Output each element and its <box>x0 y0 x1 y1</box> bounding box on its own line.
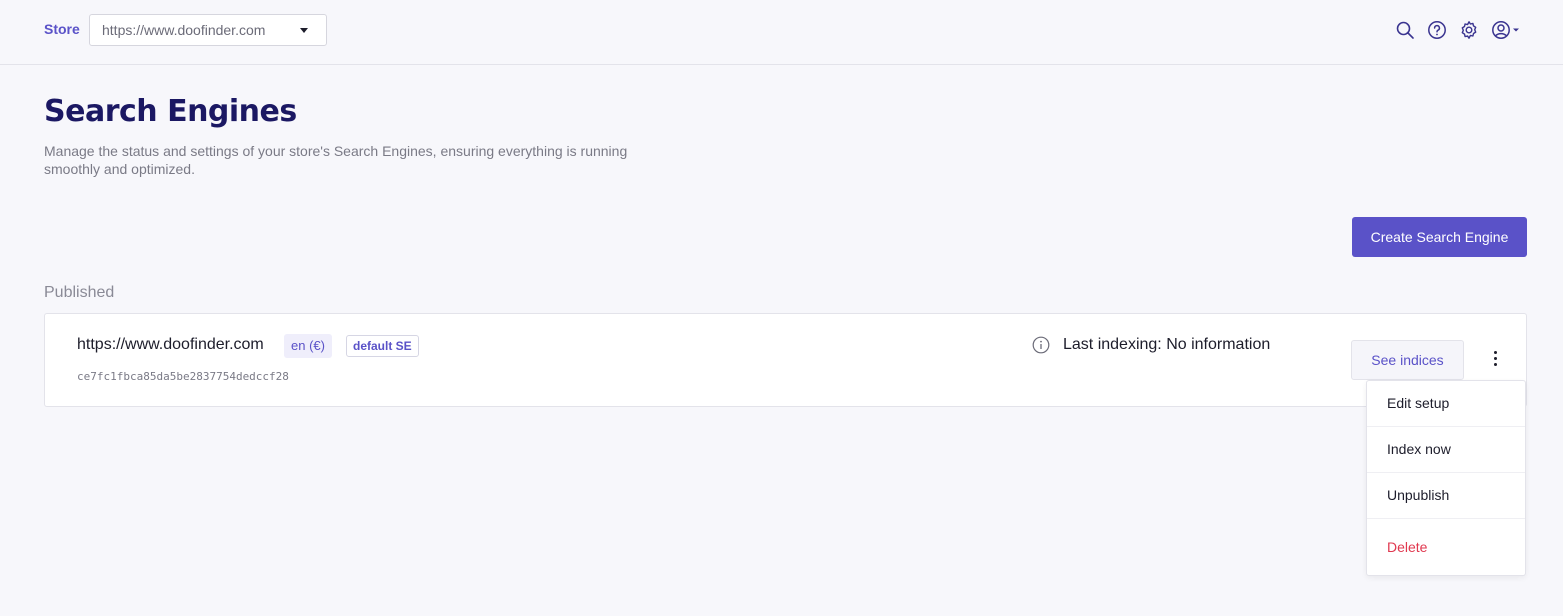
section-label-published: Published <box>44 284 115 301</box>
top-bar: Store https://www.doofinder.com <box>0 0 1563 65</box>
language-badge: en (€) <box>284 334 332 358</box>
chevron-down-icon <box>300 28 308 33</box>
page-description: Manage the status and settings of your s… <box>44 143 628 177</box>
last-indexing-label: Last indexing: <box>1063 336 1162 353</box>
page-title: Search Engines <box>44 94 297 129</box>
menu-item-unpublish[interactable]: Unpublish <box>1367 473 1525 519</box>
menu-item-edit-setup[interactable]: Edit setup <box>1367 381 1525 427</box>
search-icon[interactable] <box>1395 20 1415 40</box>
default-se-badge: default SE <box>346 335 419 357</box>
create-search-engine-button[interactable]: Create Search Engine <box>1352 217 1527 257</box>
last-indexing-value: No information <box>1166 336 1271 353</box>
store-select[interactable]: https://www.doofinder.com <box>89 14 327 46</box>
see-indices-button[interactable]: See indices <box>1351 340 1464 380</box>
store-select-value: https://www.doofinder.com <box>102 22 266 38</box>
user-icon[interactable] <box>1491 20 1523 40</box>
engine-url: https://www.doofinder.com <box>77 336 264 353</box>
info-icon[interactable] <box>1032 336 1050 354</box>
gear-icon[interactable] <box>1459 20 1479 40</box>
engine-hash-id: ce7fc1fbca85da5be2837754dedccf28 <box>77 370 289 383</box>
engine-actions-menu: Edit setup Index now Unpublish Delete <box>1366 380 1526 576</box>
menu-item-delete[interactable]: Delete <box>1367 525 1525 571</box>
last-indexing-status: Last indexing: No information <box>1063 336 1270 354</box>
store-label: Store <box>44 21 80 37</box>
more-options-icon[interactable] <box>1485 350 1505 370</box>
search-engine-card: https://www.doofinder.com en (€) default… <box>44 313 1527 407</box>
help-icon[interactable] <box>1427 20 1447 40</box>
menu-item-index-now[interactable]: Index now <box>1367 427 1525 473</box>
